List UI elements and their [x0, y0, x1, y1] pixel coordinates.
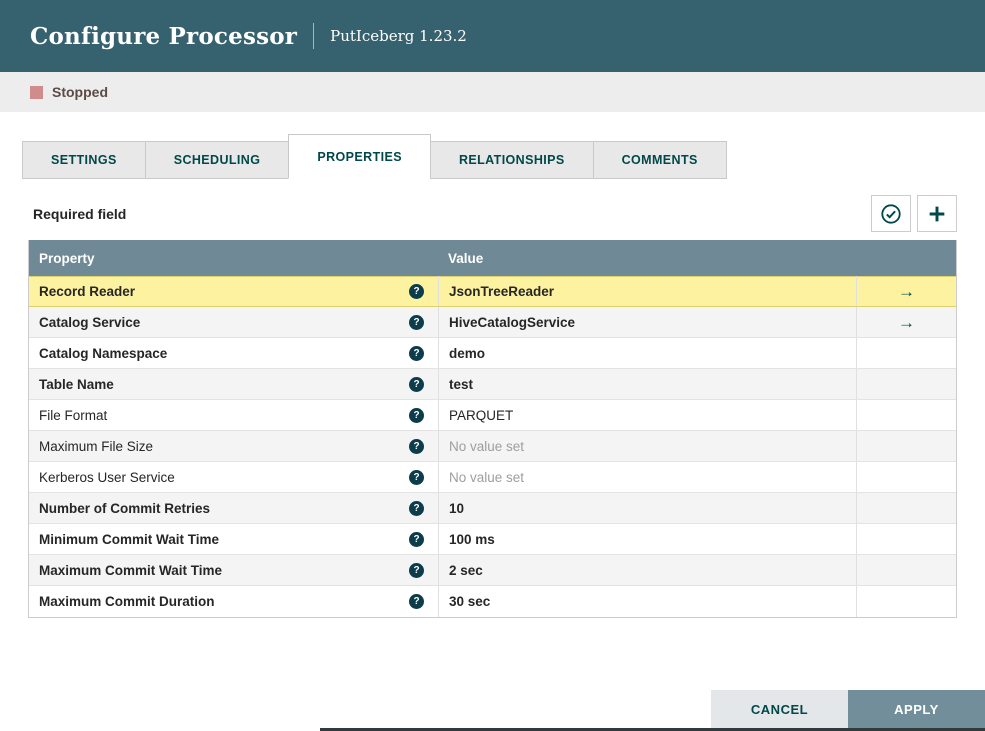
property-name: Maximum File Size [39, 438, 154, 454]
header-divider [313, 23, 315, 49]
properties-table: Property Value Record Reader? JsonTreeRea… [28, 240, 957, 618]
help-icon[interactable]: ? [409, 594, 424, 609]
property-name: Minimum Commit Wait Time [39, 531, 220, 547]
property-value[interactable]: 100 ms [449, 532, 495, 547]
table-toolbar: Required field [28, 195, 957, 232]
property-name: Kerberos User Service [39, 469, 175, 485]
table-row[interactable]: Number of Commit Retries? 10 [29, 493, 956, 524]
status-label: Stopped [52, 84, 108, 100]
verify-properties-button[interactable] [871, 195, 911, 232]
table-row[interactable]: Catalog Service? HiveCatalogService → [29, 307, 956, 338]
help-icon[interactable]: ? [409, 314, 424, 330]
table-row[interactable]: Maximum Commit Wait Time? 2 sec [29, 555, 956, 586]
cancel-button[interactable]: CANCEL [711, 690, 848, 728]
tab-scheduling[interactable]: SCHEDULING [144, 141, 290, 179]
column-header-property: Property [39, 250, 95, 266]
table-row[interactable]: Maximum File Size? No value set [29, 431, 956, 462]
stopped-status-icon [30, 85, 43, 99]
property-value[interactable]: 30 sec [449, 594, 490, 609]
table-row[interactable]: Record Reader? JsonTreeReader → [29, 276, 956, 307]
tab-relationships[interactable]: RELATIONSHIPS [429, 141, 594, 179]
help-icon[interactable]: ? [409, 283, 424, 299]
table-row[interactable]: Maximum Commit Duration? 30 sec [29, 586, 956, 617]
dialog-title: Configure Processor [30, 22, 298, 50]
configure-processor-dialog: Configure Processor PutIceberg 1.23.2 St… [0, 0, 985, 731]
table-row[interactable]: File Format? PARQUET [29, 400, 956, 431]
column-header-value: Value [448, 250, 484, 266]
property-name: Number of Commit Retries [39, 500, 211, 516]
help-icon[interactable]: ? [409, 438, 424, 454]
property-value[interactable]: demo [449, 346, 485, 361]
property-name: Catalog Service [39, 314, 141, 330]
property-value[interactable]: HiveCatalogService [449, 315, 575, 330]
property-name: Maximum Commit Duration [39, 594, 215, 609]
table-row[interactable]: Kerberos User Service? No value set [29, 462, 956, 493]
panel-actions [871, 195, 957, 232]
help-icon[interactable]: ? [409, 469, 424, 485]
plus-icon [929, 206, 945, 221]
help-icon[interactable]: ? [409, 531, 424, 547]
tab-bar: SETTINGS SCHEDULING PROPERTIES RELATIONSHIP… [22, 134, 957, 179]
tab-settings[interactable]: SETTINGS [22, 141, 146, 179]
tab-properties[interactable]: PROPERTIES [288, 134, 431, 179]
required-field-label: Required field [33, 205, 127, 222]
property-name: Record Reader [39, 283, 136, 299]
property-value[interactable]: PARQUET [449, 408, 513, 423]
property-name: Catalog Namespace [39, 345, 168, 361]
processor-type-version: PutIceberg 1.23.2 [330, 27, 467, 45]
help-icon[interactable]: ? [409, 562, 424, 578]
property-value[interactable]: 2 sec [449, 563, 483, 578]
property-value[interactable]: 10 [449, 501, 464, 516]
properties-table-body: Record Reader? JsonTreeReader → Catalog Ser… [29, 276, 956, 617]
dialog-footer: CANCEL APPLY [711, 690, 985, 728]
property-name: File Format [39, 407, 108, 423]
help-icon[interactable]: ? [409, 345, 424, 361]
property-value[interactable]: test [449, 377, 473, 392]
go-to-service-arrow-icon[interactable]: → [898, 283, 915, 300]
table-header-row: Property Value [29, 240, 956, 276]
add-property-button[interactable] [917, 195, 957, 232]
status-bar: Stopped [0, 72, 985, 112]
help-icon[interactable]: ? [409, 376, 424, 392]
check-circle-icon [881, 203, 901, 224]
tab-comments[interactable]: COMMENTS [592, 141, 727, 179]
dialog-header: Configure Processor PutIceberg 1.23.2 [0, 0, 985, 72]
property-value[interactable]: No value set [449, 470, 524, 485]
property-value[interactable]: No value set [449, 439, 524, 454]
help-icon[interactable]: ? [409, 407, 424, 423]
apply-button[interactable]: APPLY [848, 690, 985, 728]
table-row[interactable]: Table Name? test [29, 369, 956, 400]
help-icon[interactable]: ? [409, 500, 424, 516]
table-row[interactable]: Catalog Namespace? demo [29, 338, 956, 369]
go-to-service-arrow-icon[interactable]: → [898, 314, 915, 331]
table-row[interactable]: Minimum Commit Wait Time? 100 ms [29, 524, 956, 555]
property-value[interactable]: JsonTreeReader [449, 284, 554, 299]
property-name: Maximum Commit Wait Time [39, 562, 223, 578]
property-name: Table Name [39, 376, 114, 392]
